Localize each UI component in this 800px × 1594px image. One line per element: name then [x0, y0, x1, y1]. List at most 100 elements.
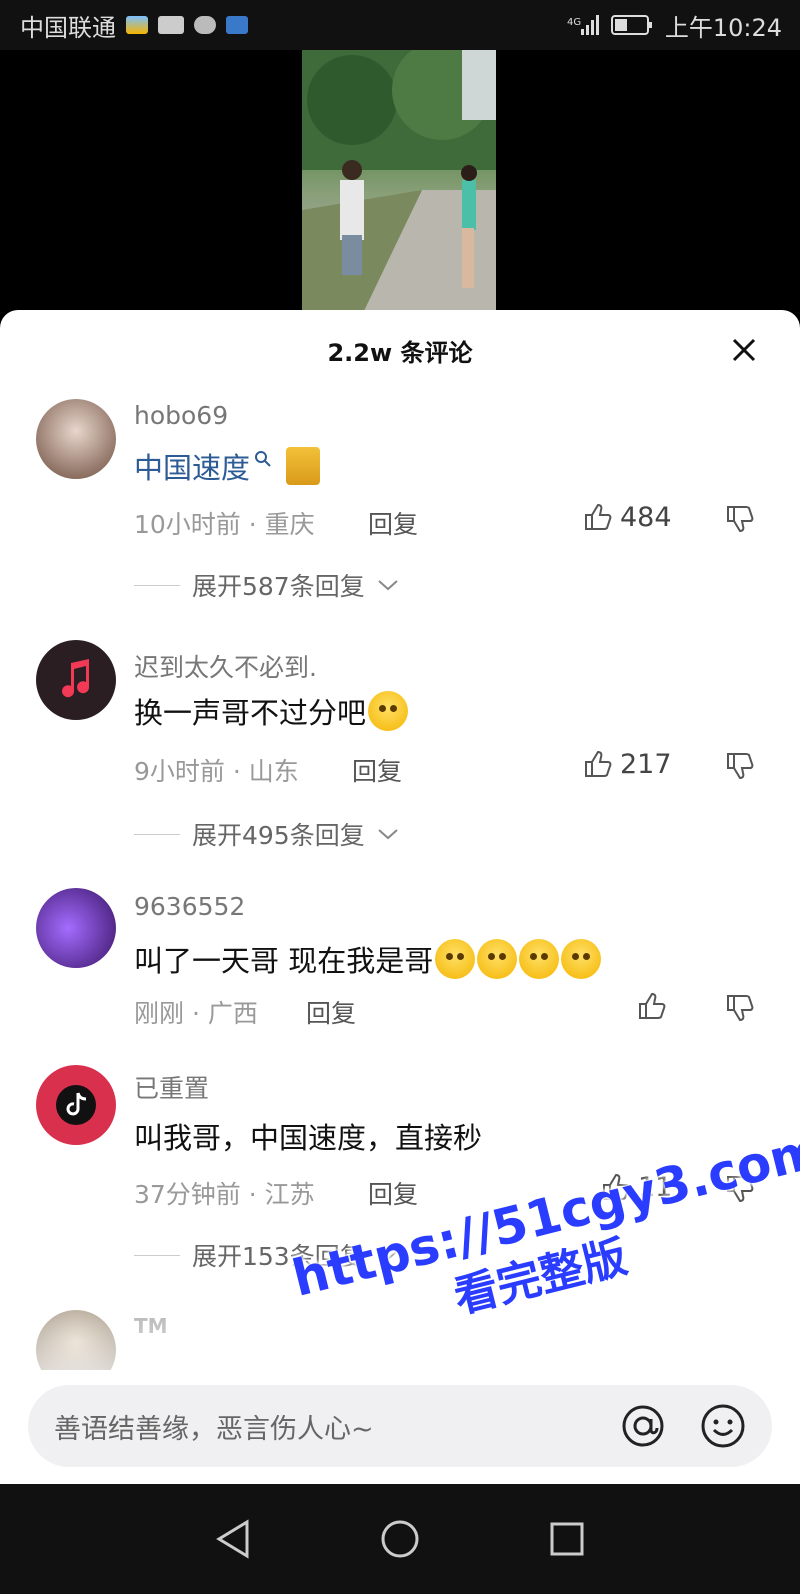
close-button[interactable]	[726, 332, 762, 368]
emoji-icon[interactable]	[699, 1402, 747, 1450]
search-icon[interactable]	[254, 450, 272, 468]
expand-divider	[134, 1254, 180, 1256]
reply-button[interactable]: 回复	[368, 505, 418, 541]
reply-button[interactable]: 回复	[352, 752, 402, 788]
like-button[interactable]: 217	[582, 748, 672, 780]
thumbs-up-icon[interactable]	[582, 501, 614, 533]
comment-time-location: 9小时前 · 山东	[134, 757, 299, 786]
video-player[interactable]	[0, 50, 800, 315]
tiktok-logo-icon	[56, 1085, 96, 1125]
signal-icon: 4G	[567, 15, 599, 35]
recents-button[interactable]	[542, 1514, 592, 1564]
like-button[interactable]: 484	[582, 501, 672, 533]
dislike-button[interactable]	[724, 503, 756, 539]
reply-button[interactable]: 回复	[368, 1175, 418, 1211]
comments-sheet: 2.2w 条评论 hobo69 中国速度 10小时前 · 重庆 回复 484 展…	[0, 310, 800, 1510]
comment-username[interactable]: hobo69	[134, 401, 228, 430]
like-count: 217	[620, 748, 672, 780]
thumbs-down-icon[interactable]	[724, 992, 756, 1024]
thumbs-down-icon[interactable]	[724, 1173, 756, 1205]
chevron-down-icon[interactable]	[377, 578, 399, 592]
back-triangle-icon[interactable]	[215, 1519, 251, 1559]
expand-label[interactable]: 展开153条回复	[192, 1237, 365, 1273]
chevron-down-icon[interactable]	[377, 1248, 399, 1262]
pleading-face-emoji-icon	[519, 939, 560, 979]
cloud-icon	[194, 16, 216, 34]
comment-username[interactable]: TM	[134, 1314, 168, 1338]
avatar[interactable]	[36, 640, 116, 720]
svg-text:4G: 4G	[567, 17, 581, 28]
notification-app-icon	[126, 16, 148, 34]
home-circle-icon[interactable]	[380, 1519, 420, 1559]
comment-time-location: 10小时前 · 重庆	[134, 510, 315, 539]
avatar[interactable]	[36, 399, 116, 479]
comment-count-title: 2.2w 条评论	[327, 338, 473, 367]
expand-label[interactable]: 展开587条回复	[192, 567, 365, 603]
comment-text[interactable]: 叫我哥，中国速度，直接秒	[134, 1115, 482, 1157]
comment-text[interactable]: 叫了一天哥 现在我是哥	[134, 938, 602, 980]
clock: 上午10:24	[664, 13, 782, 42]
video-thumbnail[interactable]	[302, 50, 496, 315]
back-button[interactable]	[208, 1514, 258, 1564]
pleading-face-emoji-icon	[477, 939, 518, 979]
expand-divider	[134, 833, 180, 835]
at-icon[interactable]	[619, 1402, 667, 1450]
emoji-button[interactable]	[698, 1401, 748, 1451]
comment-time-location: 刚刚 · 广西	[134, 999, 258, 1028]
pleading-face-emoji-icon	[435, 939, 476, 979]
avatar[interactable]	[36, 1065, 116, 1145]
like-button[interactable]	[636, 990, 674, 1022]
comment-item: 迟到太久不必到. 换一声哥不过分吧 9小时前 · 山东 回复 217 展开495…	[0, 640, 800, 870]
comment-username[interactable]: 迟到太久不必到.	[134, 648, 317, 684]
comment-input-placeholder[interactable]: 善语结善缘，恶言伤人心~	[54, 1407, 588, 1446]
cat-sticker-icon	[286, 447, 321, 485]
recents-square-icon[interactable]	[549, 1521, 585, 1557]
close-icon[interactable]	[731, 337, 757, 363]
thumbs-down-icon[interactable]	[724, 503, 756, 535]
comment-time-location: 37分钟前 · 江苏	[134, 1180, 315, 1209]
expand-label[interactable]: 展开495条回复	[192, 816, 365, 852]
mention-button[interactable]	[618, 1401, 668, 1451]
status-right: 4G 上午10:24	[567, 8, 782, 43]
comment-text-content[interactable]: 中国速度	[134, 445, 250, 487]
dislike-button[interactable]	[724, 992, 756, 1028]
avatar[interactable]	[36, 888, 116, 968]
avatar[interactable]	[36, 1310, 116, 1370]
thumbs-up-icon[interactable]	[582, 748, 614, 780]
comment-text-content[interactable]: 换一声哥不过分吧	[134, 690, 366, 732]
comment-input[interactable]: 善语结善缘，恶言伤人心~	[28, 1385, 772, 1467]
thumbs-down-icon[interactable]	[724, 750, 756, 782]
thumbs-up-icon[interactable]	[600, 1171, 632, 1203]
expand-replies-button[interactable]: 展开153条回复	[134, 1237, 399, 1273]
expand-divider	[134, 584, 180, 586]
comment-item: TM	[0, 1310, 800, 1370]
book-icon	[158, 16, 184, 34]
carrier-label: 中国联通	[20, 13, 116, 42]
battery-icon	[610, 15, 652, 35]
comment-text-content[interactable]: 叫了一天哥 现在我是哥	[134, 938, 433, 980]
comment-username[interactable]: 已重置	[134, 1069, 209, 1105]
like-count: 11	[638, 1171, 673, 1203]
reply-button[interactable]: 回复	[306, 994, 356, 1030]
expand-replies-button[interactable]: 展开587条回复	[134, 567, 399, 603]
sheet-header: 2.2w 条评论	[0, 310, 800, 390]
expand-replies-button[interactable]: 展开495条回复	[134, 816, 399, 852]
comment-item: hobo69 中国速度 10小时前 · 重庆 回复 484 展开587条回复	[0, 395, 800, 625]
comment-username[interactable]: 9636552	[134, 892, 245, 921]
system-navigation-bar	[0, 1484, 800, 1594]
video-scene-illustration	[302, 50, 496, 315]
music-note-icon	[62, 659, 90, 698]
comment-text[interactable]: 中国速度	[134, 445, 321, 487]
status-left: 中国联通	[20, 8, 248, 43]
chevron-down-icon[interactable]	[377, 827, 399, 841]
home-button[interactable]	[375, 1514, 425, 1564]
crying-face-emoji-icon	[561, 939, 602, 979]
like-button[interactable]: 11	[600, 1171, 672, 1203]
dislike-button[interactable]	[724, 750, 756, 786]
comment-text[interactable]: 换一声哥不过分吧	[134, 690, 409, 732]
pleading-face-emoji-icon	[368, 691, 409, 731]
comment-item: 9636552 叫了一天哥 现在我是哥 刚刚 · 广西 回复	[0, 888, 800, 1048]
dislike-button[interactable]	[724, 1173, 756, 1209]
thumbs-up-icon[interactable]	[636, 990, 668, 1022]
comment-text-content[interactable]: 叫我哥，中国速度，直接秒	[134, 1115, 482, 1157]
